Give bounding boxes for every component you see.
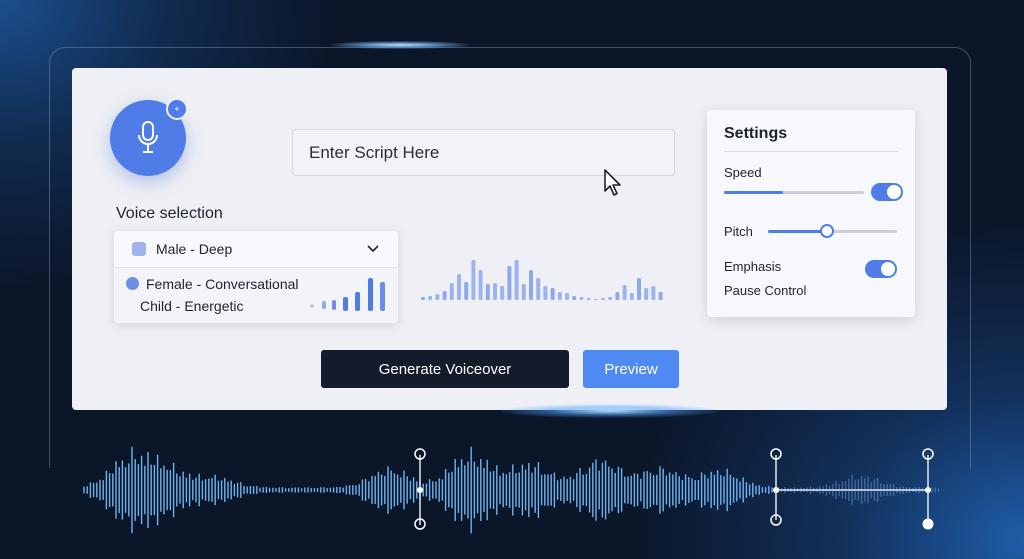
waveform-bar <box>457 274 461 300</box>
waveform-bar <box>651 286 656 300</box>
option-dot <box>126 277 139 290</box>
waveform-bar <box>493 283 497 300</box>
waveform-bar <box>572 296 577 300</box>
audio-preview-waveform <box>421 260 663 300</box>
selection-end-point <box>925 487 931 493</box>
pause-control-label: Pause Control <box>724 283 807 298</box>
waveform-bar <box>586 298 591 300</box>
pitch-slider[interactable] <box>768 224 897 238</box>
waveform-bar <box>658 292 663 300</box>
top-glow <box>330 41 470 49</box>
emphasis-label: Emphasis <box>724 259 782 274</box>
marker-center <box>417 487 423 493</box>
pitch-slider-knob[interactable] <box>820 224 835 238</box>
waveform-bar <box>529 270 533 300</box>
waveform-bar <box>514 260 519 300</box>
mic-badge: + <box>166 98 188 120</box>
option-label: Female - Conversational <box>146 276 299 292</box>
waveform-bar <box>644 288 649 300</box>
waveform-bar <box>615 292 620 300</box>
speed-slider[interactable] <box>724 191 864 194</box>
waveform-bar <box>543 286 548 300</box>
voice-dropdown: Male - Deep Female - Conversational Chil… <box>114 231 398 323</box>
chevron-down-icon <box>367 245 379 253</box>
generate-voiceover-button[interactable]: Generate Voiceover <box>321 350 569 388</box>
settings-divider <box>724 151 898 152</box>
waveform-bar <box>485 284 490 300</box>
waveform-bar <box>435 294 440 300</box>
voiceover-app-panel: + Voice selection Male - Deep Female - C… <box>72 68 947 410</box>
waveform-bar <box>565 293 569 300</box>
waveform-bar <box>428 296 433 300</box>
voice-selection-title: Voice selection <box>116 205 223 222</box>
speed-label: Speed <box>724 165 762 180</box>
voice-swatch <box>132 242 146 256</box>
selection-end-handle-bottom[interactable] <box>922 518 934 530</box>
waveform-bar <box>557 292 562 300</box>
voice-level-bars <box>310 278 385 311</box>
waveform-bar <box>601 298 605 300</box>
mouse-pointer-icon <box>604 169 621 196</box>
bottom-glow <box>500 404 720 418</box>
voice-select[interactable]: Male - Deep <box>114 231 398 268</box>
speed-slider-fill <box>724 191 783 194</box>
pitch-slider-fill <box>768 230 828 233</box>
speed-toggle[interactable] <box>871 183 903 201</box>
toggle-knob <box>887 185 901 199</box>
microphone-icon <box>138 121 158 153</box>
toggle-knob <box>881 262 895 276</box>
waveform-bar <box>629 293 634 300</box>
waveform-bar <box>464 282 469 300</box>
waveform-bar <box>478 270 483 300</box>
emphasis-toggle[interactable] <box>865 260 897 278</box>
waveform-bar <box>521 284 526 300</box>
settings-panel: Settings Speed Pitch Emphasis Pause Cont… <box>707 110 915 317</box>
waveform-bar <box>622 285 627 300</box>
waveform-bar <box>507 266 512 300</box>
waveform-bar <box>579 297 584 300</box>
waveform-bar <box>593 299 598 300</box>
waveform-bar <box>421 297 425 300</box>
preview-button[interactable]: Preview <box>583 350 679 388</box>
waveform-bar <box>536 278 541 300</box>
waveform-bar <box>449 283 454 300</box>
waveform-bar <box>550 288 555 300</box>
voice-option-child[interactable]: Child - Energetic <box>140 298 244 314</box>
selected-voice: Male - Deep <box>156 241 233 257</box>
selection-start-point <box>773 487 779 493</box>
waveform-bar <box>637 278 641 300</box>
waveform-bar <box>442 291 447 300</box>
waveform-bar <box>608 297 613 300</box>
pitch-label: Pitch <box>724 224 753 239</box>
settings-title: Settings <box>724 125 788 142</box>
waveform-bar <box>471 260 476 300</box>
waveform-bar <box>500 286 505 300</box>
timeline-waveform <box>83 446 940 534</box>
